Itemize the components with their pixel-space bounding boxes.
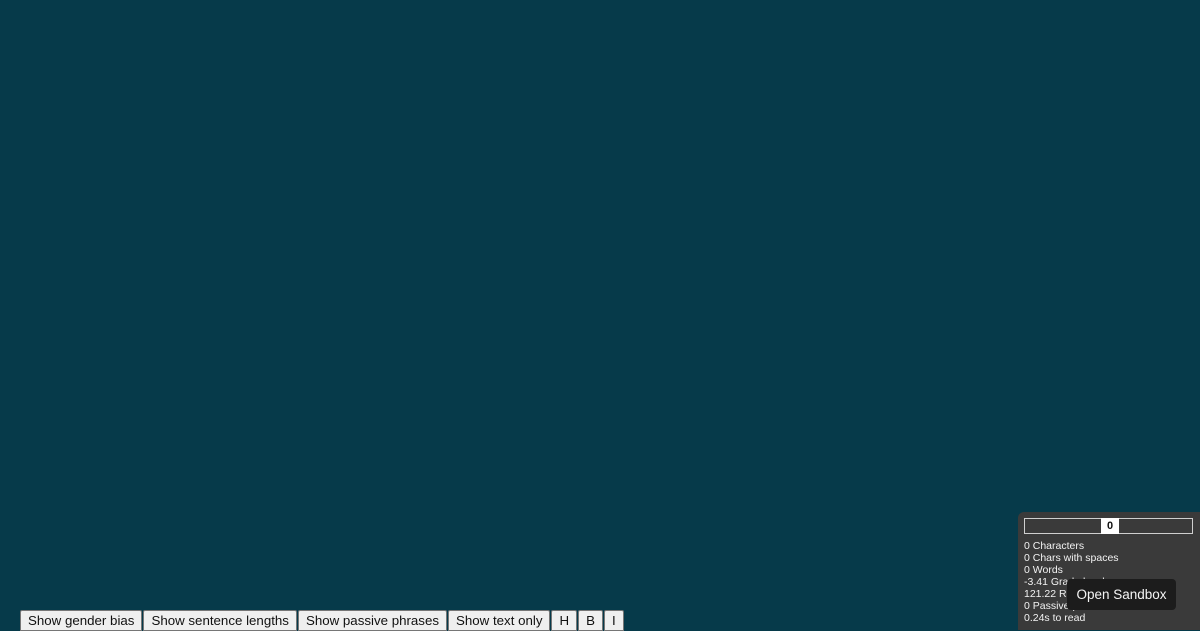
show-passive-phrases-button[interactable]: Show passive phrases: [297, 610, 447, 631]
stat-words: 0 Words: [1024, 564, 1063, 576]
stat-chars-with-spaces: 0 Chars with spaces: [1024, 552, 1119, 564]
score-meter: 0: [1024, 518, 1193, 534]
formatting-toolbar: Show gender bias Show sentence lengths S…: [20, 610, 625, 631]
score-meter-value: 0: [1101, 518, 1119, 534]
show-sentence-lengths-button[interactable]: Show sentence lengths: [143, 610, 297, 631]
show-text-only-button[interactable]: Show text only: [448, 610, 551, 631]
stat-characters: 0 Characters: [1024, 540, 1085, 552]
heading-button[interactable]: H: [551, 610, 578, 631]
italic-button[interactable]: I: [603, 610, 624, 631]
show-gender-bias-button[interactable]: Show gender bias: [20, 610, 143, 631]
open-sandbox-button[interactable]: Open Sandbox: [1067, 579, 1176, 610]
bold-button[interactable]: B: [578, 610, 603, 631]
stat-time-to-read: 0.24s to read: [1024, 612, 1086, 624]
stats-panel: 0 0 Characters 0 Chars with spaces 0 Wor…: [1018, 512, 1200, 630]
